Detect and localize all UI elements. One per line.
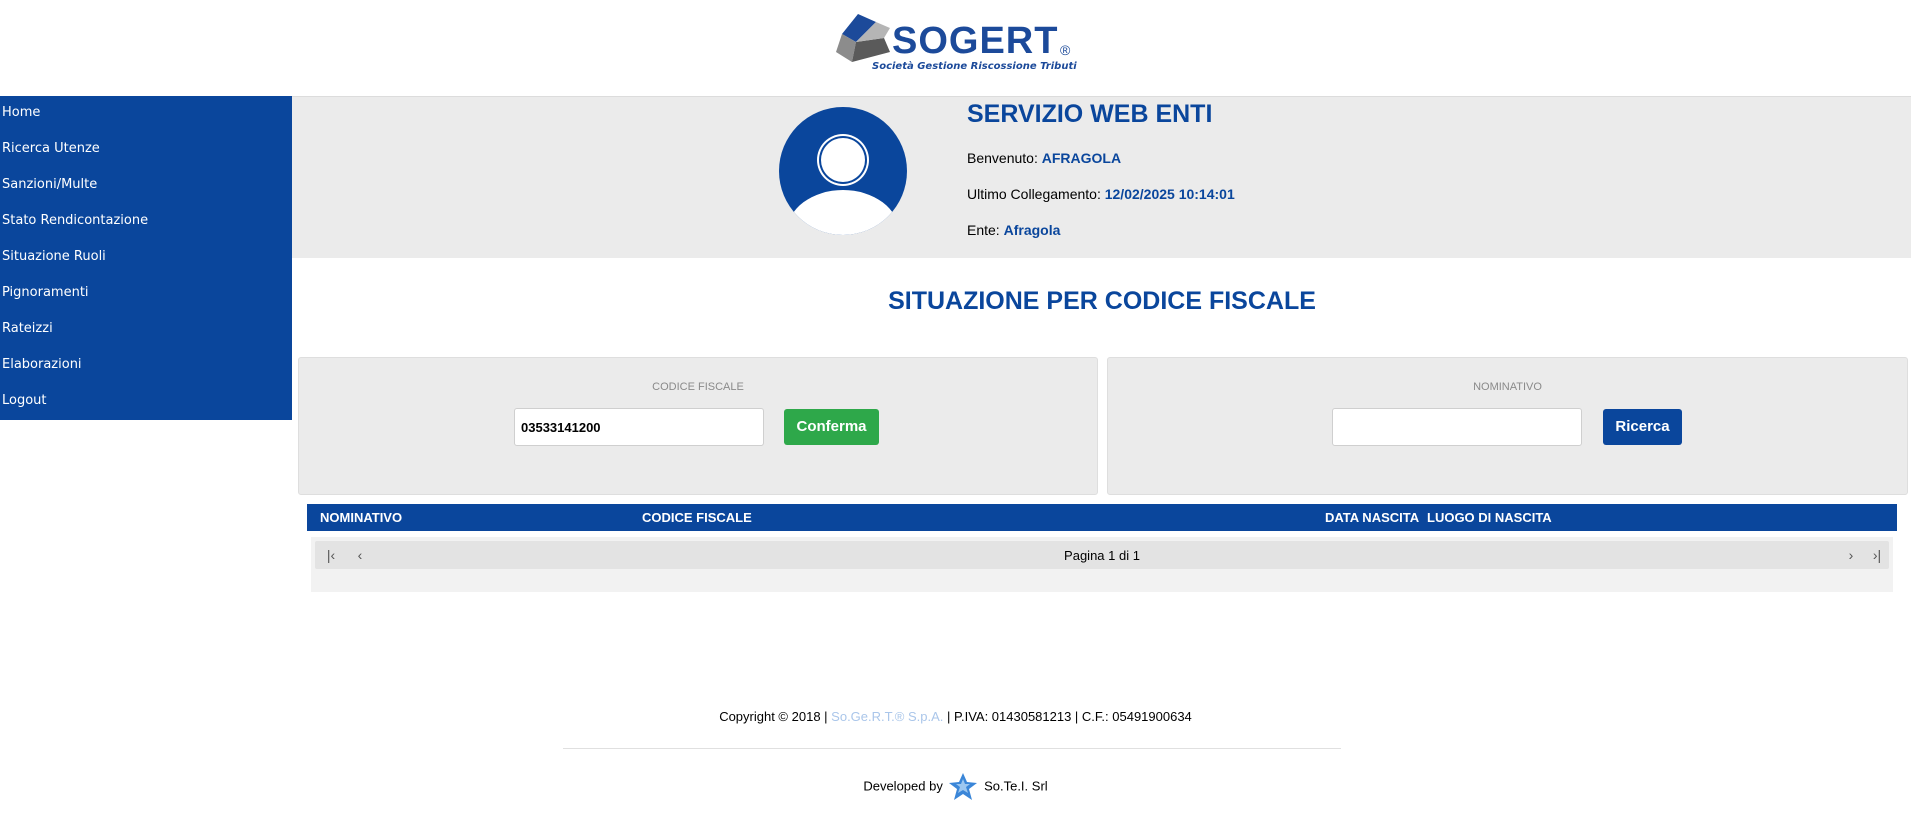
page-indicator: Pagina 1 di 1 [1064,548,1140,563]
codice-fiscale-label: CODICE FISCALE [652,381,744,393]
nominativo-label: NOMINATIVO [1473,381,1542,393]
company-link[interactable]: So.Ge.R.T.® S.p.A. [831,709,943,724]
developed-by-label: Developed by [863,778,943,794]
last-page-icon[interactable]: ›| [1867,545,1887,565]
copyright-prefix: Copyright © 2018 | [719,709,828,724]
sidebar-item-elaborazioni[interactable]: Elaborazioni [0,348,292,384]
ente-value: Afragola [1003,222,1061,238]
sogert-logo: SOGERT ® Società Gestione Riscossione Tr… [832,12,1077,76]
next-page-icon[interactable]: › [1841,545,1861,565]
footer-divider [563,748,1341,749]
ente-label: Ente: [967,222,1000,238]
sidebar-item-sanzioni-multe[interactable]: Sanzioni/Multe [0,168,292,204]
last-login-label: Ultimo Collegamento: [967,186,1101,202]
sidebar-item-home[interactable]: Home [0,96,292,132]
copyright-line: Copyright © 2018 | So.Ge.R.T.® S.p.A. | … [0,709,1911,724]
logo-tagline: Società Gestione Riscossione Tributi [872,61,1077,72]
pagination-bar: |‹ ‹ Pagina 1 di 1 › ›| [315,541,1889,569]
results-table-body: |‹ ‹ Pagina 1 di 1 › ›| [311,537,1893,592]
ricerca-button[interactable]: Ricerca [1603,409,1682,445]
developed-by-line: Developed by So.Te.I. Srl [0,772,1911,802]
nominativo-search-panel: NOMINATIVO Ricerca [1107,357,1908,495]
service-title: SERVIZIO WEB ENTI [967,100,1213,128]
sidebar-menu: Home Ricerca Utenze Sanzioni/Multe Stato… [0,96,292,420]
sotei-logo-icon [949,773,978,800]
codice-fiscale-search-panel: CODICE FISCALE Conferma [298,357,1098,495]
sidebar-item-rateizzi[interactable]: Rateizzi [0,312,292,348]
copyright-suffix: | P.IVA: 01430581213 | C.F.: 05491900634 [946,709,1192,724]
codice-fiscale-input[interactable] [514,408,764,446]
last-login-value: 12/02/2025 10:14:01 [1104,186,1235,202]
welcome-value: AFRAGOLA [1041,150,1122,166]
results-table-header: NOMINATIVO CODICE FISCALE DATA NASCITA L… [307,504,1897,531]
sidebar-item-logout[interactable]: Logout [0,384,292,420]
sidebar-item-situazione-ruoli[interactable]: Situazione Ruoli [0,240,292,276]
ente-line: Ente: Afragola [967,222,1060,238]
developer-name: So.Te.I. Srl [984,778,1048,794]
sidebar-item-stato-rendicontazione[interactable]: Stato Rendicontazione [0,204,292,240]
column-header-nominativo[interactable]: NOMINATIVO [320,510,402,525]
welcome-line: Benvenuto: AFRAGOLA [967,150,1121,166]
column-header-data-nascita[interactable]: DATA NASCITA [1325,510,1419,525]
nominativo-input[interactable] [1332,408,1582,446]
user-avatar-icon [779,107,907,235]
column-header-luogo-nascita[interactable]: LUOGO DI NASCITA [1427,510,1552,525]
welcome-label: Benvenuto: [967,150,1038,166]
page-title: SITUAZIONE PER CODICE FISCALE [888,287,1316,315]
column-header-codice-fiscale[interactable]: CODICE FISCALE [642,510,752,525]
conferma-button[interactable]: Conferma [784,409,879,445]
logo-registered-mark: ® [1060,42,1071,58]
sidebar-item-ricerca-utenze[interactable]: Ricerca Utenze [0,132,292,168]
logo-wordmark: SOGERT [892,20,1059,62]
last-login-line: Ultimo Collegamento: 12/02/2025 10:14:01 [967,186,1235,202]
